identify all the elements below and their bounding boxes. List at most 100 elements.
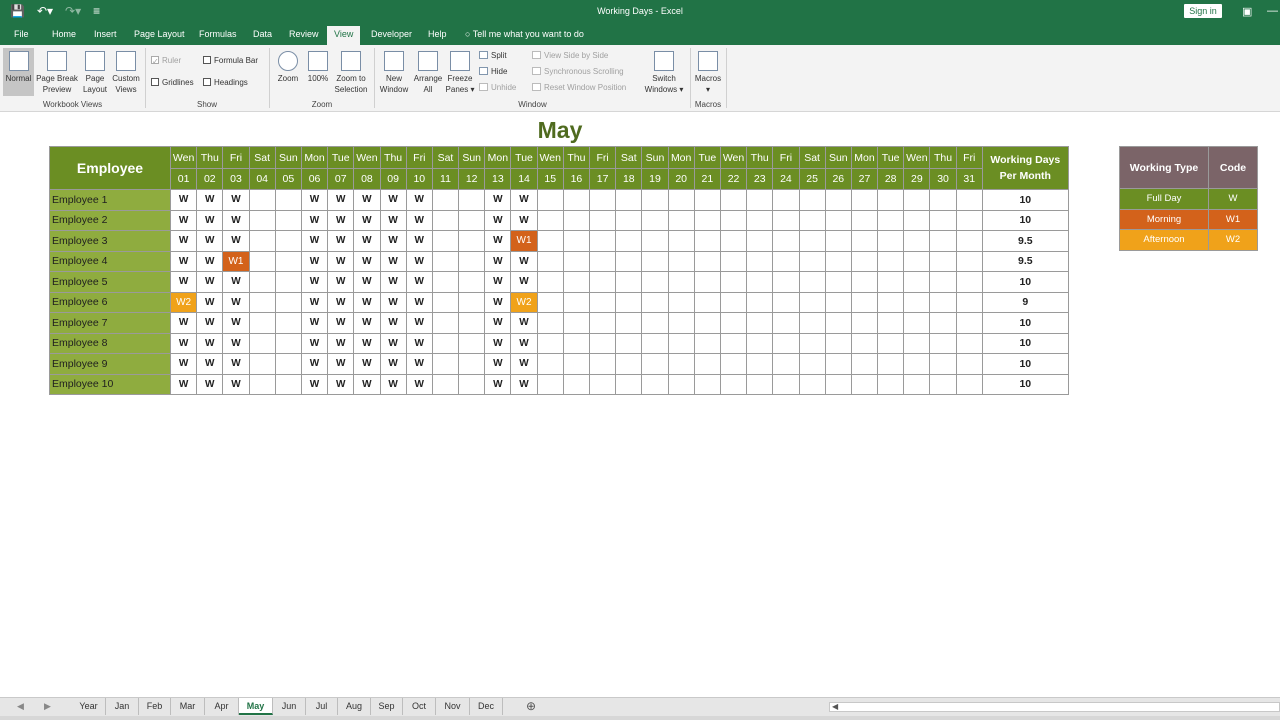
legend-code-cell[interactable]: W — [1208, 188, 1258, 210]
attendance-cell[interactable]: W2 — [510, 291, 538, 313]
attendance-cell[interactable]: W — [222, 312, 250, 334]
attendance-cell[interactable]: W — [484, 271, 512, 293]
attendance-cell[interactable] — [248, 271, 276, 293]
attendance-cell[interactable] — [798, 332, 826, 354]
attendance-cell[interactable] — [746, 291, 774, 313]
ruler-checkbox[interactable]: ✓ Ruler — [151, 56, 181, 66]
attendance-cell[interactable]: W — [222, 189, 250, 211]
attendance-cell[interactable] — [746, 373, 774, 395]
attendance-cell[interactable]: W — [327, 230, 355, 252]
attendance-cell[interactable]: W — [353, 291, 381, 313]
attendance-cell[interactable]: W — [222, 271, 250, 293]
attendance-cell[interactable] — [877, 312, 905, 334]
attendance-cell[interactable] — [850, 312, 879, 334]
attendance-cell[interactable] — [536, 189, 564, 211]
attendance-cell[interactable]: W — [353, 353, 381, 375]
attendance-cell[interactable] — [641, 312, 669, 334]
attendance-cell[interactable]: W — [379, 230, 407, 252]
attendance-cell[interactable]: W — [169, 189, 198, 211]
attendance-cell[interactable]: W — [484, 373, 512, 395]
minimize-icon[interactable]: — — [1267, 5, 1278, 17]
attendance-cell[interactable] — [850, 291, 879, 313]
attendance-cell[interactable]: W — [379, 271, 407, 293]
attendance-cell[interactable] — [850, 353, 879, 375]
attendance-cell[interactable] — [719, 271, 748, 293]
attendance-cell[interactable] — [588, 373, 617, 395]
attendance-cell[interactable] — [536, 332, 564, 354]
attendance-cell[interactable] — [274, 291, 302, 313]
attendance-cell[interactable] — [615, 353, 643, 375]
freeze-panes-button[interactable]: Freeze Panes ▾ — [445, 51, 475, 95]
attendance-cell[interactable]: W — [353, 189, 381, 211]
attendance-cell[interactable] — [274, 373, 302, 395]
attendance-cell[interactable] — [693, 373, 721, 395]
attendance-cell[interactable] — [955, 250, 983, 272]
employee-name-cell[interactable]: Employee 8 — [49, 332, 171, 354]
attendance-cell[interactable]: W — [379, 209, 407, 231]
attendance-cell[interactable] — [955, 271, 983, 293]
attendance-cell[interactable]: W — [222, 373, 250, 395]
attendance-cell[interactable] — [667, 250, 695, 272]
attendance-cell[interactable] — [588, 230, 617, 252]
attendance-cell[interactable] — [719, 353, 748, 375]
attendance-cell[interactable] — [693, 250, 721, 272]
formula-bar-checkbox[interactable]: Formula Bar — [203, 56, 258, 66]
attendance-cell[interactable] — [719, 189, 748, 211]
working-days-total-cell[interactable]: 10 — [981, 271, 1069, 293]
sheet-tab-feb[interactable]: Feb — [139, 698, 171, 715]
zoom-button[interactable]: Zoom — [274, 51, 302, 84]
attendance-cell[interactable]: W — [405, 230, 433, 252]
synchronous-scrolling-button[interactable]: Synchronous Scrolling — [532, 67, 624, 77]
attendance-cell[interactable] — [667, 353, 695, 375]
attendance-cell[interactable]: W — [510, 332, 538, 354]
attendance-cell[interactable] — [824, 271, 852, 293]
sheet-tab-dec[interactable]: Dec — [470, 698, 503, 715]
attendance-cell[interactable]: W — [405, 373, 433, 395]
attendance-cell[interactable] — [431, 230, 460, 252]
attendance-cell[interactable] — [588, 353, 617, 375]
attendance-cell[interactable]: W — [300, 291, 329, 313]
attendance-cell[interactable] — [641, 353, 669, 375]
attendance-cell[interactable]: W — [510, 189, 538, 211]
attendance-cell[interactable] — [955, 312, 983, 334]
attendance-cell[interactable]: W — [327, 271, 355, 293]
attendance-cell[interactable]: W — [222, 230, 250, 252]
attendance-cell[interactable] — [641, 291, 669, 313]
attendance-cell[interactable] — [877, 250, 905, 272]
attendance-cell[interactable] — [693, 209, 721, 231]
attendance-cell[interactable] — [824, 332, 852, 354]
attendance-cell[interactable]: W — [405, 312, 433, 334]
attendance-cell[interactable]: W — [379, 312, 407, 334]
attendance-cell[interactable]: W — [484, 291, 512, 313]
attendance-cell[interactable] — [641, 332, 669, 354]
legend-type-cell[interactable]: Morning — [1119, 208, 1209, 230]
attendance-cell[interactable] — [798, 353, 826, 375]
employee-name-cell[interactable]: Employee 1 — [49, 189, 171, 211]
attendance-cell[interactable] — [458, 230, 486, 252]
attendance-cell[interactable] — [536, 291, 564, 313]
scroll-left-icon[interactable]: ◀ — [832, 702, 838, 711]
attendance-cell[interactable] — [431, 271, 460, 293]
attendance-cell[interactable]: W — [510, 353, 538, 375]
attendance-cell[interactable] — [903, 353, 931, 375]
working-days-total-cell[interactable]: 10 — [981, 189, 1069, 211]
sheet-tab-nov[interactable]: Nov — [436, 698, 470, 715]
attendance-cell[interactable] — [431, 291, 460, 313]
attendance-cell[interactable] — [903, 230, 931, 252]
attendance-cell[interactable] — [955, 373, 983, 395]
attendance-cell[interactable] — [903, 189, 931, 211]
tab-data[interactable]: Data — [253, 29, 272, 39]
attendance-cell[interactable] — [536, 373, 564, 395]
attendance-cell[interactable]: W — [353, 209, 381, 231]
attendance-cell[interactable]: W — [379, 353, 407, 375]
attendance-cell[interactable] — [693, 353, 721, 375]
attendance-cell[interactable]: W — [484, 312, 512, 334]
tell-me-search[interactable]: ○ Tell me what you want to do — [465, 29, 584, 39]
attendance-cell[interactable] — [274, 250, 302, 272]
attendance-cell[interactable] — [850, 209, 879, 231]
attendance-cell[interactable] — [431, 250, 460, 272]
attendance-cell[interactable] — [877, 291, 905, 313]
attendance-cell[interactable]: W — [405, 271, 433, 293]
attendance-cell[interactable] — [588, 291, 617, 313]
attendance-cell[interactable] — [431, 353, 460, 375]
